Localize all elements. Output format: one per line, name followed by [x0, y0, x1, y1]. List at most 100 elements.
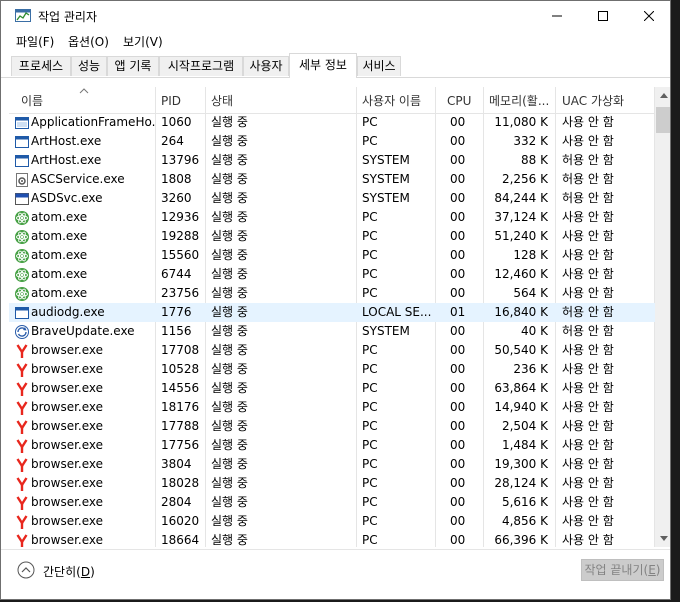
tab-app-history[interactable]: 앱 기록	[107, 56, 159, 76]
table-row[interactable]: audiodg.exe 1776 실행 중 LOCAL SE... 01 16,840 K…	[9, 303, 655, 322]
fewer-details-prefix: 간단히(	[43, 565, 81, 579]
process-status: 실행 중	[211, 362, 248, 376]
tab-performance[interactable]: 성능	[71, 56, 107, 76]
column-cpu[interactable]: CPU	[441, 87, 471, 113]
table-row[interactable]: BraveUpdate.exe 1156 실행 중 SYSTEM 00 40 K 허용 안 …	[9, 322, 655, 341]
menu-file[interactable]: 파일(F)	[16, 33, 54, 50]
maximize-button[interactable]	[580, 1, 626, 31]
process-cpu: 00	[450, 115, 466, 129]
table-row[interactable]: browser.exe 10528 실행 중 PC 00 236 K 사용 안 함	[9, 360, 655, 379]
process-cpu: 00	[450, 514, 466, 528]
tab-users[interactable]: 사용자	[243, 56, 289, 76]
table-row[interactable]: ASCService.exe 1808 실행 중 SYSTEM 00 2,256 K 허용 …	[9, 170, 655, 189]
column-name[interactable]: 이름	[15, 87, 43, 113]
process-status: 실행 중	[211, 514, 248, 528]
table-row[interactable]: atom.exe 23756 실행 중 PC 00 564 K 사용 안 함	[9, 284, 655, 303]
table-row[interactable]: browser.exe 17756 실행 중 PC 00 1,484 K 사용 안 함	[9, 436, 655, 455]
fewer-details-link[interactable]: 간단히(D)	[43, 563, 95, 580]
process-memory: 236 K	[513, 362, 548, 376]
process-username: PC	[362, 457, 378, 471]
process-cpu: 00	[450, 248, 466, 262]
process-name: ApplicationFrameHo...	[31, 115, 156, 129]
table-row[interactable]: browser.exe 18176 실행 중 PC 00 14,940 K 사용 안 함	[9, 398, 655, 417]
process-cpu: 00	[450, 153, 466, 167]
process-cpu: 00	[450, 134, 466, 148]
process-status: 실행 중	[211, 381, 248, 395]
close-button[interactable]	[626, 1, 670, 31]
process-cpu: 00	[450, 362, 466, 376]
tab-details[interactable]: 세부 정보	[289, 53, 357, 78]
process-memory: 50,540 K	[494, 343, 548, 357]
table-row[interactable]: ASDSvc.exe 3260 실행 중 SYSTEM 00 84,244 K 허용 안 함	[9, 189, 655, 208]
table-row[interactable]: browser.exe 17788 실행 중 PC 00 2,504 K 사용 안 함	[9, 417, 655, 436]
window-title: 작업 관리자	[38, 10, 98, 24]
process-status: 실행 중	[211, 305, 248, 319]
process-memory: 12,460 K	[494, 267, 548, 281]
process-uac: 사용 안 함	[562, 267, 614, 281]
table-row[interactable]: ArtHost.exe 264 실행 중 PC 00 332 K 사용 안 함	[9, 132, 655, 151]
table-row[interactable]: browser.exe 18664 실행 중 PC 00 66,396 K 사용 안 함	[9, 531, 655, 547]
process-cpu: 00	[450, 229, 466, 243]
table-row[interactable]: atom.exe 15560 실행 중 PC 00 128 K 사용 안 함	[9, 246, 655, 265]
vertical-scrollbar[interactable]	[655, 87, 670, 547]
collapse-chevron-icon[interactable]	[17, 561, 35, 579]
yandex-browser-icon	[16, 458, 28, 472]
table-row[interactable]: browser.exe 3804 실행 중 PC 00 19,300 K 사용 안 함	[9, 455, 655, 474]
process-name: ASCService.exe	[31, 172, 125, 186]
yandex-browser-icon	[16, 515, 28, 529]
tab-services[interactable]: 서비스	[357, 56, 401, 76]
process-memory: 84,244 K	[494, 191, 548, 205]
process-name: BraveUpdate.exe	[31, 324, 135, 338]
title-bar[interactable]: 작업 관리자	[1, 1, 670, 31]
process-username: PC	[362, 362, 378, 376]
table-row[interactable]: browser.exe 2804 실행 중 PC 00 5,616 K 사용 안 함	[9, 493, 655, 512]
details-table: 이름 PID 상태 사용자 이름 CPU 메모리(활... UAC 가상화 Ap…	[9, 87, 655, 547]
process-uac: 사용 안 함	[562, 533, 614, 547]
process-pid: 1776	[161, 305, 192, 319]
process-status: 실행 중	[211, 533, 248, 547]
column-status[interactable]: 상태	[205, 87, 233, 113]
process-username: PC	[362, 343, 378, 357]
yandex-browser-icon	[16, 382, 28, 396]
table-row[interactable]: browser.exe 18028 실행 중 PC 00 28,124 K 사용 안 함	[9, 474, 655, 493]
process-username: PC	[362, 134, 378, 148]
minimize-icon	[552, 15, 562, 17]
scroll-down-button[interactable]	[655, 530, 670, 547]
menu-bar: 파일(F) 옵션(O) 보기(V)	[1, 31, 670, 51]
process-username: SYSTEM	[362, 324, 410, 338]
process-username: PC	[362, 476, 378, 490]
end-task-button[interactable]: 작업 끝내기(E)	[581, 559, 664, 581]
table-row[interactable]: ArtHost.exe 13796 실행 중 SYSTEM 00 88 K 허용 안 함	[9, 151, 655, 170]
column-username[interactable]: 사용자 이름	[356, 87, 421, 113]
column-uac[interactable]: UAC 가상화	[556, 87, 624, 113]
table-row[interactable]: browser.exe 16020 실행 중 PC 00 4,856 K 사용 안 함	[9, 512, 655, 531]
process-username: PC	[362, 267, 378, 281]
table-row[interactable]: browser.exe 14556 실행 중 PC 00 63,864 K 사용 안 함	[9, 379, 655, 398]
process-username: LOCAL SE...	[362, 305, 432, 319]
table-row[interactable]: atom.exe 12936 실행 중 PC 00 37,124 K 사용 안 함	[9, 208, 655, 227]
table-row[interactable]: atom.exe 19288 실행 중 PC 00 51,240 K 사용 안 함	[9, 227, 655, 246]
table-row[interactable]: atom.exe 6744 실행 중 PC 00 12,460 K 사용 안 함	[9, 265, 655, 284]
table-row[interactable]: browser.exe 17708 실행 중 PC 00 50,540 K 사용 안 함	[9, 341, 655, 360]
process-name: atom.exe	[31, 286, 88, 300]
process-pid: 6744	[161, 267, 192, 281]
process-username: SYSTEM	[362, 191, 410, 205]
column-memory[interactable]: 메모리(활...	[483, 87, 549, 113]
process-pid: 17708	[161, 343, 200, 357]
scroll-up-button[interactable]	[655, 87, 670, 104]
process-name: browser.exe	[31, 400, 104, 414]
menu-options[interactable]: 옵션(O)	[68, 33, 109, 50]
process-memory: 5,616 K	[501, 495, 548, 509]
menu-view[interactable]: 보기(V)	[123, 33, 163, 50]
footer-bar: 간단히(D) 작업 끝내기(E)	[1, 549, 670, 599]
tab-startup[interactable]: 시작프로그램	[159, 56, 243, 76]
scrollbar-thumb[interactable]	[656, 107, 670, 133]
process-name: browser.exe	[31, 343, 104, 357]
column-pid[interactable]: PID	[155, 87, 181, 113]
scroll-down-icon	[659, 536, 668, 541]
process-memory: 28,124 K	[494, 476, 548, 490]
tab-processes[interactable]: 프로세스	[11, 56, 71, 76]
minimize-button[interactable]	[534, 1, 580, 31]
table-row[interactable]: ApplicationFrameHo... 1060 실행 중 PC 00 11,080 …	[9, 113, 655, 132]
process-username: PC	[362, 533, 378, 547]
